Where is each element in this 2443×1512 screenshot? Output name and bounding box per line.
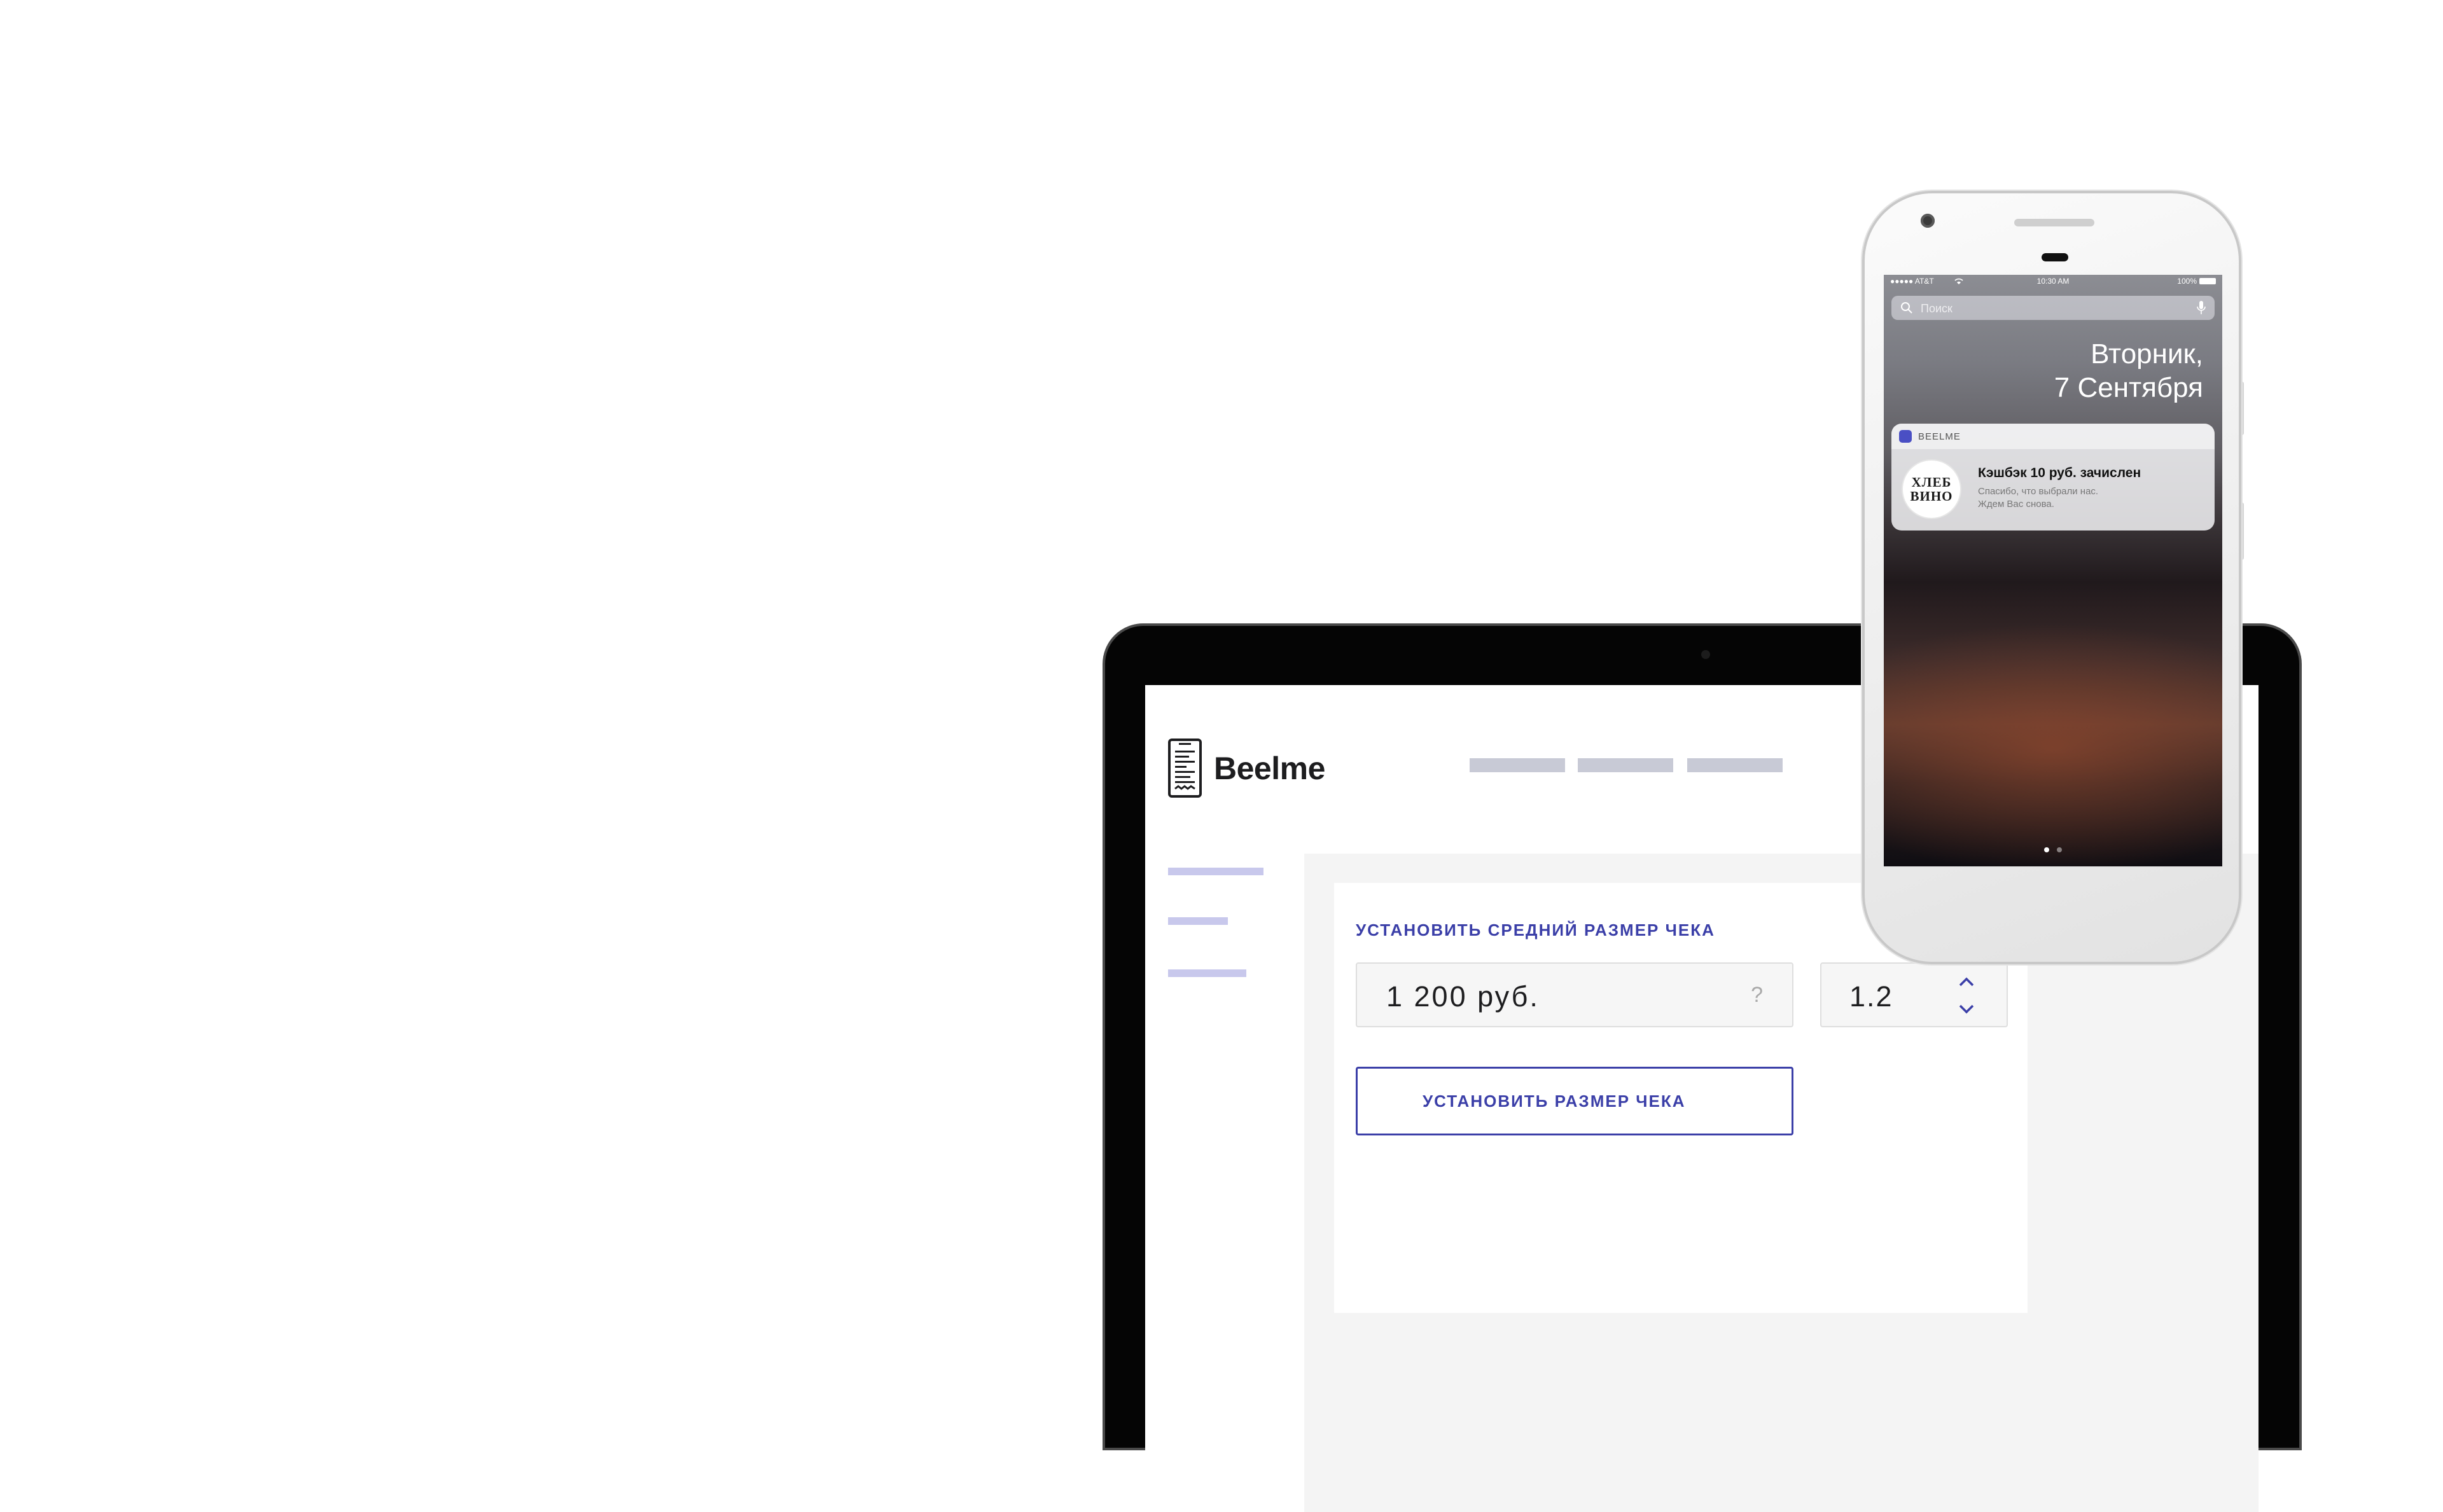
nav-item-placeholder-1[interactable]: [1470, 758, 1565, 772]
search-placeholder: Поиск: [1921, 302, 1952, 315]
phone-sensor: [2042, 253, 2068, 261]
coefficient-stepper[interactable]: 1.2: [1820, 962, 2008, 1027]
notification-card[interactable]: BEELME ХЛЕБ ВИНО Кэшбэк 10 руб. зачислен…: [1891, 424, 2215, 531]
microphone-icon[interactable]: [2197, 300, 2206, 316]
page-indicator-dot: [2057, 847, 2062, 852]
card-title: УСТАНОВИТЬ СРЕДНИЙ РАЗМЕР ЧЕКА: [1356, 920, 1715, 940]
phone-speaker: [2014, 219, 2094, 226]
battery-percent: 100%: [2177, 277, 2197, 286]
nav-item-placeholder-3[interactable]: [1687, 758, 1783, 772]
phone-camera: [1921, 214, 1935, 228]
sidebar-item-placeholder-3[interactable]: [1168, 969, 1246, 977]
battery-icon: [2199, 278, 2216, 284]
notification-body-line-2: Ждем Вас снова.: [1978, 499, 2054, 510]
app-icon: [1899, 430, 1912, 443]
status-time: 10:30 AM: [2036, 277, 2070, 286]
notification-header: BEELME: [1891, 424, 2215, 449]
avatar-text-top: ХЛЕБ: [1911, 475, 1952, 490]
set-check-size-button[interactable]: УСТАНОВИТЬ РАЗМЕР ЧЕКА: [1356, 1067, 1793, 1135]
sidebar-item-placeholder-1[interactable]: [1168, 868, 1263, 875]
chevron-down-icon[interactable]: [1957, 1002, 1976, 1016]
avatar-text-bottom: ВИНО: [1910, 489, 1953, 504]
sidebar-item-placeholder-2[interactable]: [1168, 917, 1228, 925]
average-check-input[interactable]: 1 200 руб. ?: [1356, 962, 1793, 1027]
help-icon[interactable]: ?: [1751, 983, 1763, 1008]
average-check-value: 1 200 руб.: [1386, 980, 1540, 1013]
merchant-avatar: ХЛЕБ ВИНО: [1903, 461, 1960, 518]
search-icon: [1901, 302, 1912, 314]
laptop-camera: [1701, 650, 1710, 659]
phone-screen: ●●●●● AT&T 10:30 AM 100% Поиск Вторник, …: [1884, 275, 2222, 866]
logo[interactable]: Beelme: [1167, 738, 1325, 798]
date-weekday: Вторник,: [2091, 338, 2203, 370]
phone-frame: ●●●●● AT&T 10:30 AM 100% Поиск Вторник, …: [1862, 191, 2241, 964]
date-day: 7 Сентября: [2054, 372, 2203, 403]
page-indicator-dot-active: [2044, 847, 2049, 852]
status-bar: ●●●●● AT&T 10:30 AM 100%: [1884, 275, 2222, 288]
coefficient-value: 1.2: [1849, 980, 1893, 1013]
notification-body-line-1: Спасибо, что выбрали нас.: [1978, 486, 2099, 497]
receipt-phone-logo-icon: [1168, 739, 1202, 798]
nav-item-placeholder-2[interactable]: [1578, 758, 1673, 772]
notification-title: Кэшбэк 10 руб. зачислен: [1978, 466, 2141, 480]
search-input[interactable]: Поиск: [1891, 296, 2215, 320]
logo-text: Beelme: [1214, 750, 1325, 786]
notification-app-name: BEELME: [1918, 431, 1961, 442]
chevron-up-icon[interactable]: [1957, 975, 1976, 989]
